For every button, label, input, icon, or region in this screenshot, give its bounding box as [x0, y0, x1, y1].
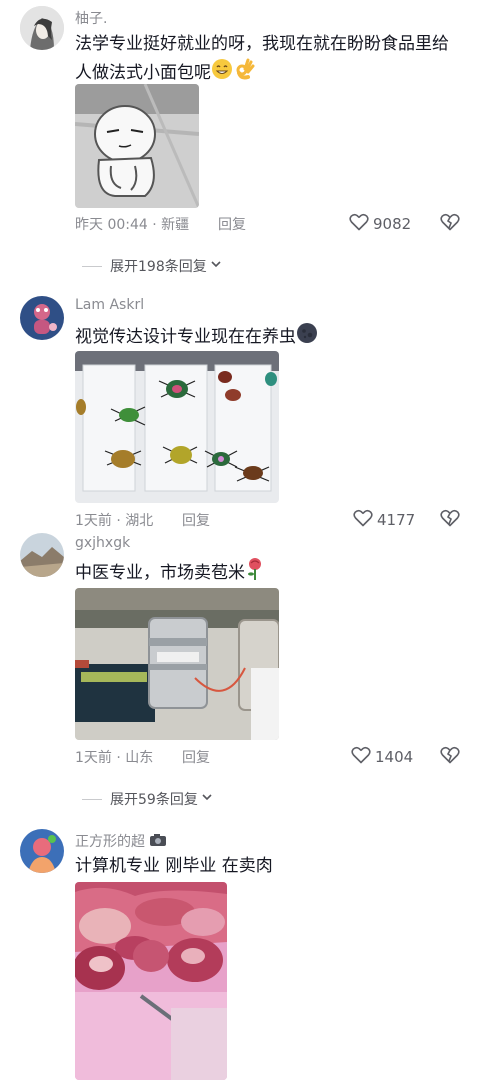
camera-emoji	[149, 833, 167, 851]
expand-replies-button[interactable]: 展开59条回复	[82, 789, 213, 809]
expand-replies-button[interactable]: 展开198条回复	[82, 256, 222, 276]
comment-image-beetles[interactable]	[75, 351, 279, 503]
comment-text: 计算机专业 刚毕业 在卖肉	[75, 856, 273, 876]
comment-image-meat[interactable]	[75, 882, 227, 1080]
comment-text-body: 中医专业，市场卖苞米	[75, 563, 245, 583]
rose-emoji	[245, 557, 265, 589]
dark-moon-emoji	[296, 322, 318, 352]
like-count: 1404	[375, 748, 414, 766]
comment-text-body: 视觉传达设计专业现在在养虫	[75, 327, 296, 347]
dislike-icon[interactable]	[440, 213, 460, 235]
dislike-icon[interactable]	[440, 509, 460, 531]
heart-icon	[351, 746, 375, 768]
grin-emoji	[211, 58, 233, 88]
like-button[interactable]: 4177	[353, 509, 415, 531]
chevron-down-icon	[198, 791, 213, 807]
comment-meta: 1天前 · 山东	[75, 750, 154, 766]
comment-text: 法学专业挺好就业的呀，我现在就在盼盼食品里给人做法式小面包呢	[75, 31, 455, 89]
like-count: 9082	[373, 215, 412, 233]
avatar[interactable]	[20, 296, 64, 340]
comment-text: 视觉传达设计专业现在在养虫	[75, 322, 455, 352]
comment-image-meme[interactable]	[75, 84, 199, 208]
ok-hand-emoji	[233, 57, 257, 89]
comment-meta: 1天前 · 湖北	[75, 513, 154, 529]
comment-text: 中医专业，市场卖苞米	[75, 557, 455, 589]
heart-icon	[353, 509, 377, 531]
heart-icon	[349, 213, 373, 235]
comment-text-body: 法学专业挺好就业的呀，我现在就在盼盼食品里给人做法式小面包呢	[75, 34, 449, 83]
expand-label: 展开59条回复	[110, 792, 198, 808]
like-count: 4177	[377, 511, 416, 529]
username[interactable]: gxjhxgk	[75, 535, 130, 551]
username[interactable]: 正方形的超	[75, 831, 167, 851]
username-text: 正方形的超	[75, 834, 145, 850]
comment-meta: 昨天 00:44 · 新疆	[75, 217, 190, 233]
divider-line	[82, 798, 102, 800]
chevron-down-icon	[207, 258, 222, 274]
avatar[interactable]	[20, 533, 64, 577]
comment-image-market[interactable]	[75, 588, 279, 740]
reply-button[interactable]: 回复	[182, 747, 210, 767]
reply-button[interactable]: 回复	[218, 214, 246, 234]
dislike-icon[interactable]	[440, 746, 460, 768]
like-button[interactable]: 1404	[351, 746, 413, 768]
avatar[interactable]	[20, 6, 64, 50]
divider-line	[82, 265, 102, 267]
reply-button[interactable]: 回复	[182, 510, 210, 530]
avatar[interactable]	[20, 829, 64, 873]
expand-label: 展开198条回复	[110, 259, 207, 275]
like-button[interactable]: 9082	[349, 213, 411, 235]
username[interactable]: 柚子.	[75, 8, 107, 28]
username[interactable]: Lam Askrl	[75, 297, 144, 313]
